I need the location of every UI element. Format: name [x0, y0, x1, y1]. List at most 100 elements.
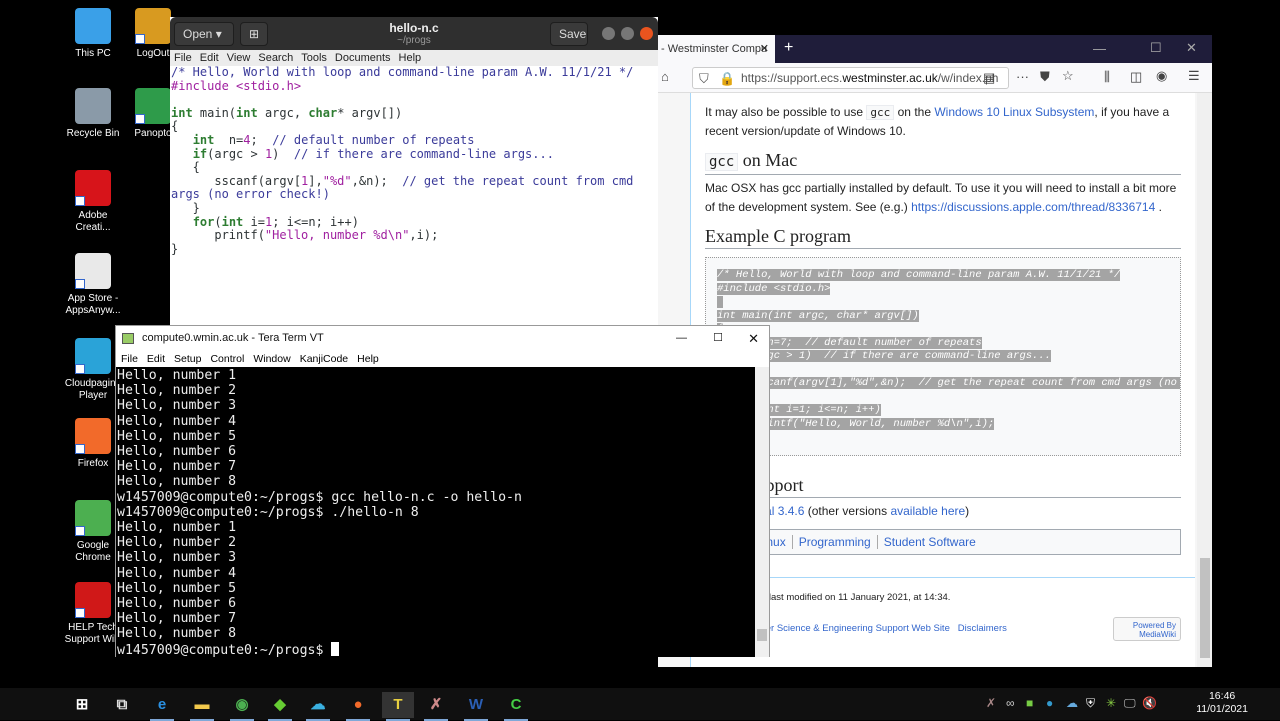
minimize-icon[interactable]: — [1093, 41, 1106, 56]
shortcut-arrow-icon [75, 444, 85, 454]
sidebar-icon[interactable]: ◫ [1130, 69, 1142, 85]
scrollbar-thumb[interactable] [1200, 558, 1210, 658]
terminal-screen[interactable]: Hello, number 1 Hello, number 2 Hello, num… [116, 367, 756, 657]
date: 11/01/2021 [1196, 703, 1248, 715]
example-code-block[interactable]: /* Hello, World with loop and command-li… [705, 257, 1181, 456]
footer-disclaimers-link[interactable]: Disclaimers [958, 623, 1007, 634]
category-link-programming[interactable]: Programming [791, 535, 877, 549]
menu-item-kanjicode[interactable]: KanjiCode [300, 353, 348, 365]
new-tab-icon[interactable]: + [784, 39, 793, 57]
firefox-icon: ● [353, 696, 363, 713]
selected-code-text [717, 296, 724, 308]
terminal-scrollbar[interactable] [755, 367, 769, 657]
menu-item-edit[interactable]: Edit [200, 52, 219, 64]
chrome-taskbar-button[interactable]: ◉ [226, 692, 258, 721]
tab-westminster[interactable]: - Westminster Compu ✕ [658, 35, 775, 63]
desktop-icon[interactable]: App Store - AppsAnyw... [61, 253, 125, 317]
menu-item-edit[interactable]: Edit [147, 353, 165, 365]
close-icon[interactable]: ✕ [748, 326, 759, 351]
onedrive-tray-icon[interactable]: ☁ [1066, 696, 1078, 710]
other-versions-link[interactable]: available here [890, 504, 965, 518]
shield-icon[interactable]: ⛉ [699, 69, 709, 88]
url-bar[interactable]: ⛉ 🔒 https://support.ecs.westminster.ac.u… [692, 67, 1009, 89]
menu-item-setup[interactable]: Setup [174, 353, 201, 365]
xming-taskbar-button[interactable]: ✗ [420, 692, 452, 721]
menu-item-file[interactable]: File [121, 353, 138, 365]
library-icon[interactable]: ⫼ [1104, 69, 1110, 85]
menu-item-tools[interactable]: Tools [301, 52, 327, 64]
close-icon[interactable]: ✕ [1186, 40, 1197, 56]
maximize-button[interactable] [621, 27, 634, 40]
volume-muted-icon[interactable]: 🔇 [1142, 696, 1157, 710]
menu-item-help[interactable]: Help [399, 52, 422, 64]
word-taskbar-button[interactable]: W [460, 692, 492, 721]
minimize-icon[interactable]: — [676, 326, 687, 351]
page-scrollbar[interactable] [1197, 93, 1212, 667]
pocket-icon[interactable]: ⛊ [1040, 69, 1050, 85]
heading-gcc-on-mac: gcc on Mac [705, 151, 1181, 175]
file-explorer-taskbar-button[interactable]: ▬ [186, 692, 218, 721]
start-taskbar-button[interactable]: ⊞ [66, 692, 98, 718]
mediawiki-badge[interactable]: Powered By MediaWiki [1113, 617, 1181, 641]
code-token: int [192, 132, 215, 147]
code-line [717, 296, 1169, 310]
close-button[interactable] [640, 27, 653, 40]
clock[interactable]: 16:46 11/01/2021 [1196, 690, 1248, 716]
code-editor[interactable]: /* Hello, World with loop and command-li… [170, 65, 658, 256]
cloudpaging-tray-icon[interactable]: ● [1046, 696, 1053, 710]
menu-item-control[interactable]: Control [210, 353, 244, 365]
xming-tray-icon[interactable]: ✗ [986, 696, 996, 710]
menu-item-documents[interactable]: Documents [335, 52, 391, 64]
firefox-taskbar-button[interactable]: ● [342, 692, 374, 721]
gedit-menubar: File Edit View Search Tools Documents Help [170, 50, 658, 66]
desktop-icon[interactable]: Adobe Creati... [61, 170, 125, 234]
menu-icon[interactable]: ☰ [1188, 68, 1200, 84]
greenshot-tray-icon[interactable]: ✳ [1106, 696, 1116, 710]
maximize-icon[interactable]: ☐ [1150, 40, 1162, 56]
menu-item-window[interactable]: Window [253, 353, 290, 365]
minimize-button[interactable] [602, 27, 615, 40]
teraterm-menubar: File Edit Setup Control Window KanjiCode Help [116, 351, 769, 367]
reader-view-icon[interactable]: ▤ [983, 70, 995, 86]
teraterm-taskbar-button[interactable]: T [382, 692, 414, 721]
network-icon[interactable]: 🖵 [1124, 696, 1136, 711]
teraterm-titlebar: compute0.wmin.ac.uk - Tera Term VT — ☐ ✕ [116, 326, 769, 351]
edge-icon: e [157, 696, 167, 713]
navigation-bar: ⌂ ⛉ 🔒 https://support.ecs.westminster.ac… [658, 63, 1212, 93]
apple-thread-link[interactable]: https://discussions.apple.com/thread/833… [911, 200, 1155, 214]
camtasia-taskbar-button[interactable]: C [500, 692, 532, 721]
menu-item-search[interactable]: Search [258, 52, 293, 64]
panopto-taskbar-button[interactable]: ◆ [264, 692, 296, 721]
account-icon[interactable]: ◉ [1156, 68, 1167, 84]
close-tab-icon[interactable]: ✕ [760, 35, 769, 63]
desktop-icon[interactable]: This PC [61, 8, 125, 60]
menu-item-view[interactable]: View [227, 52, 251, 64]
menu-item-file[interactable]: File [174, 52, 192, 64]
defender-tray-icon[interactable]: ⛨ [1086, 696, 1095, 711]
code-token: { [171, 119, 179, 134]
camtasia-icon: C [510, 696, 522, 713]
more-actions-icon[interactable]: ··· [1016, 69, 1029, 84]
code-token: ,&n); [351, 173, 403, 188]
panopto-tray-icon[interactable]: ■ [1026, 696, 1033, 710]
task-view-taskbar-button[interactable]: ⧉ [106, 692, 138, 718]
cloudpaging-taskbar-button[interactable]: ☁ [302, 692, 334, 721]
creative-cloud-tray-icon[interactable]: ∞ [1006, 696, 1015, 710]
wsl-link[interactable]: Windows 10 Linux Subsystem [934, 105, 1094, 119]
desktop-icon-label: Adobe Creati... [75, 210, 111, 233]
edge-taskbar-button[interactable]: e [146, 692, 178, 721]
code-token: if [192, 146, 208, 161]
menu-item-help[interactable]: Help [357, 353, 379, 365]
bookmark-star-icon[interactable]: ☆ [1062, 68, 1074, 84]
home-icon[interactable]: ⌂ [661, 69, 669, 84]
scrollbar-thumb[interactable] [757, 629, 767, 641]
save-button[interactable]: Save [550, 22, 588, 46]
desktop-icon[interactable]: Recycle Bin [61, 88, 125, 140]
category-link-student-software[interactable]: Student Software [876, 535, 982, 549]
cloudpaging-icon: ☁ [310, 696, 326, 713]
shortcut-arrow-icon [75, 526, 85, 536]
maximize-icon[interactable]: ☐ [713, 326, 723, 351]
lock-warning-icon[interactable]: 🔒 [719, 69, 735, 88]
code-line: { [171, 120, 658, 134]
